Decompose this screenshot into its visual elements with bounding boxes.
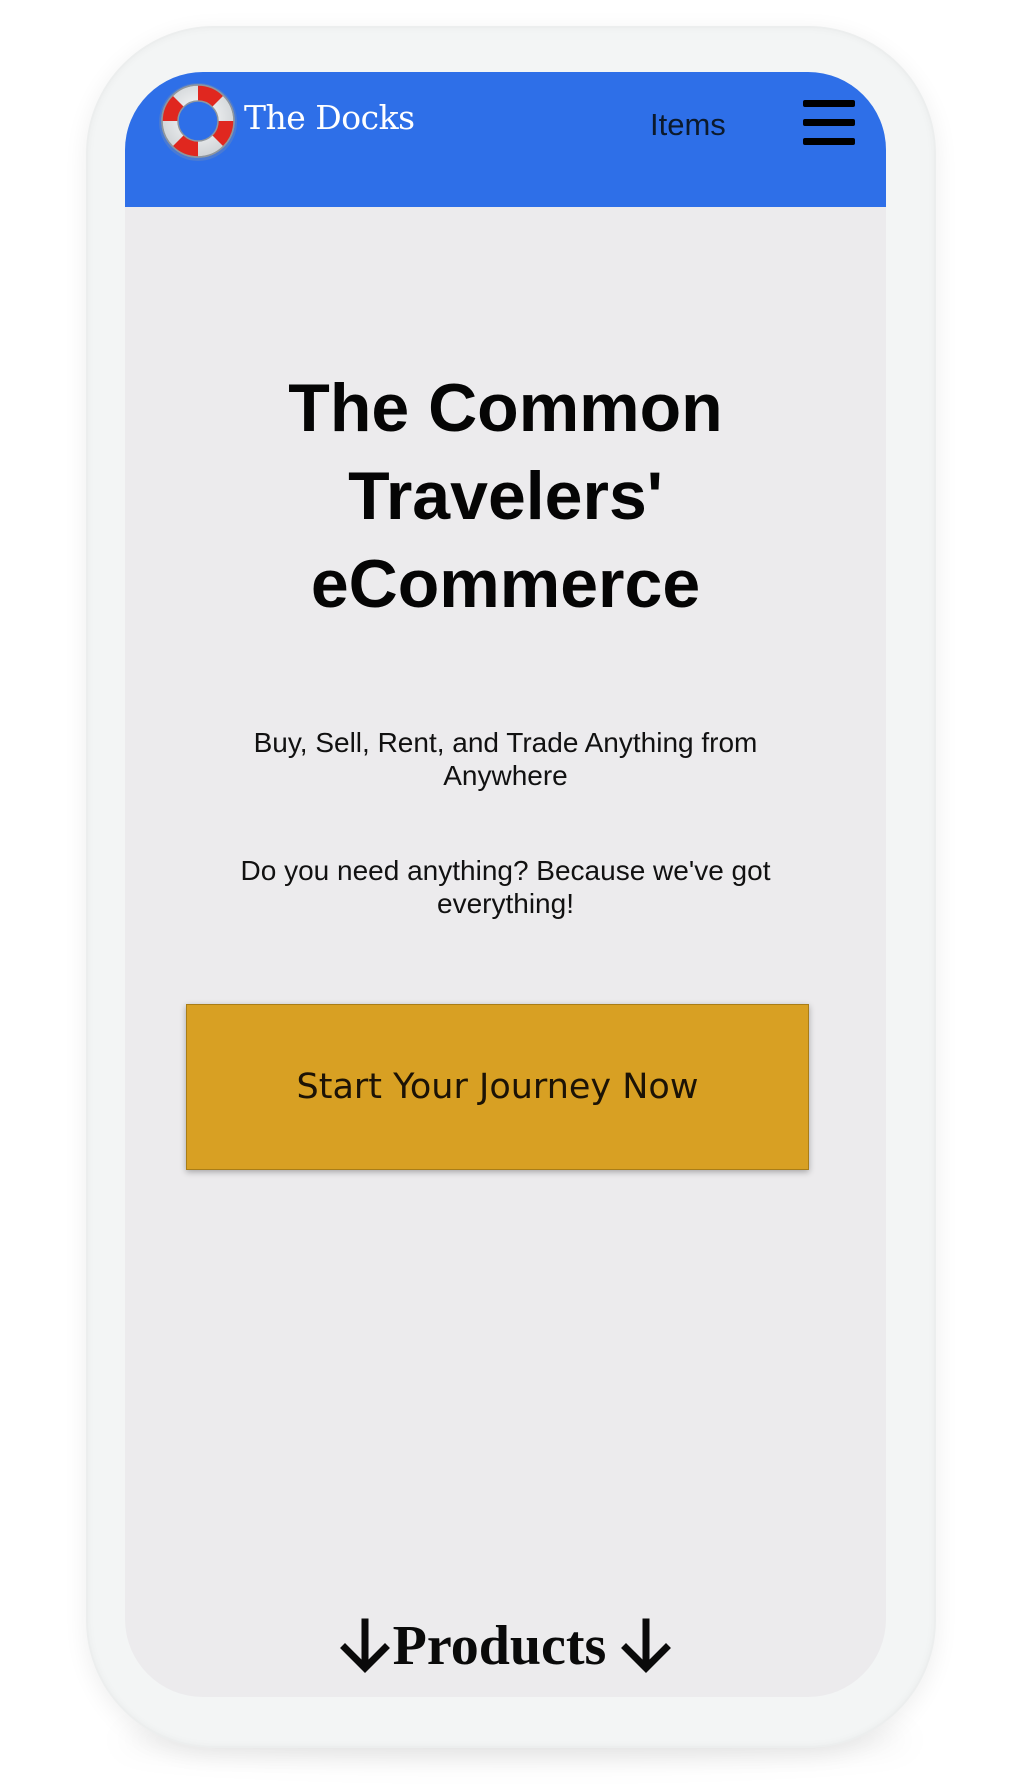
nav-link-items[interactable]: Items (650, 107, 726, 143)
arrow-down-icon (339, 1618, 390, 1673)
brand-name[interactable]: The Docks (244, 98, 415, 137)
start-journey-button[interactable]: Start Your Journey Now (186, 1004, 809, 1170)
products-heading-label: Products (392, 1615, 607, 1677)
hero-subtitle: Buy, Sell, Rent, and Trade Anything from… (253, 727, 758, 791)
arrow-down-icon (621, 1618, 672, 1673)
phone-screen: The Docks Items The Common Travelers' eC… (125, 72, 886, 1697)
navbar: The Docks Items (125, 72, 886, 207)
hero-title: The Common Travelers' eCommerce (288, 370, 723, 622)
products-heading[interactable]: Products (125, 1616, 886, 1676)
hero-tagline: Do you need anything? Because we've got … (240, 855, 771, 919)
hamburger-menu-icon[interactable] (803, 100, 855, 146)
life-ring-icon[interactable] (157, 78, 239, 164)
